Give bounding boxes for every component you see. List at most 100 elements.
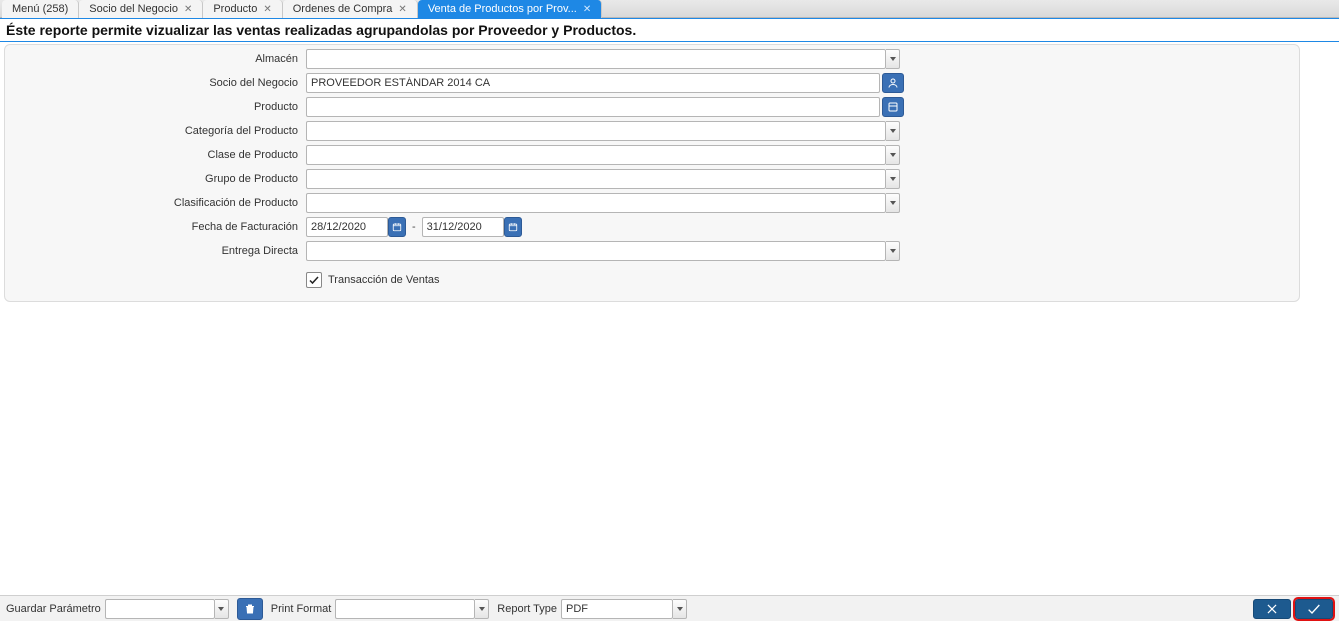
label-categoria: Categoría del Producto	[8, 125, 306, 137]
date-range-separator: -	[412, 221, 416, 233]
trash-icon	[244, 602, 256, 616]
transaccion-ventas-label: Transacción de Ventas	[328, 274, 440, 286]
combo-report-type[interactable]	[561, 599, 687, 619]
categoria-dropdown-button[interactable]	[886, 121, 900, 141]
label-clase: Clase de Producto	[8, 149, 306, 161]
label-fecha: Fecha de Facturación	[8, 221, 306, 233]
tab-menu[interactable]: Menú (258)	[2, 0, 79, 18]
combo-almacen[interactable]	[306, 49, 900, 69]
chevron-down-icon	[890, 201, 896, 205]
clase-input[interactable]	[306, 145, 886, 165]
categoria-input[interactable]	[306, 121, 886, 141]
label-producto: Producto	[8, 101, 306, 113]
row-clase: Clase de Producto	[8, 143, 1296, 167]
row-fecha-facturacion: Fecha de Facturación -	[8, 215, 1296, 239]
chevron-down-icon	[890, 153, 896, 157]
chevron-down-icon	[890, 129, 896, 133]
label-print-format: Print Format	[271, 603, 332, 615]
tab-venta-productos-proveedor[interactable]: Venta de Productos por Prov... ✕	[418, 0, 602, 18]
tab-label: Ordenes de Compra	[293, 3, 393, 15]
report-type-dropdown-button[interactable]	[673, 599, 687, 619]
grupo-dropdown-button[interactable]	[886, 169, 900, 189]
combo-clasificacion[interactable]	[306, 193, 900, 213]
chevron-down-icon	[890, 57, 896, 61]
cancel-button[interactable]	[1253, 599, 1291, 619]
clasificacion-input[interactable]	[306, 193, 886, 213]
combo-categoria[interactable]	[306, 121, 900, 141]
row-almacen: Almacén	[8, 47, 1296, 71]
tab-label: Venta de Productos por Prov...	[428, 3, 577, 15]
footer-bar: Guardar Parámetro Print Format Report Ty…	[0, 595, 1339, 621]
close-icon[interactable]: ✕	[184, 4, 192, 15]
chevron-down-icon	[677, 607, 683, 611]
close-icon[interactable]: ✕	[398, 4, 406, 15]
fecha-from-input[interactable]	[306, 217, 388, 237]
row-grupo: Grupo de Producto	[8, 167, 1296, 191]
row-entrega-directa: Entrega Directa	[8, 239, 1296, 263]
chevron-down-icon	[890, 177, 896, 181]
almacen-dropdown-button[interactable]	[886, 49, 900, 69]
chevron-down-icon	[218, 607, 224, 611]
close-icon[interactable]: ✕	[263, 4, 271, 15]
socio-input[interactable]	[306, 73, 880, 93]
socio-lookup-button[interactable]	[882, 73, 904, 93]
tab-label: Socio del Negocio	[89, 3, 178, 15]
print-format-dropdown-button[interactable]	[475, 599, 489, 619]
report-description: Éste reporte permite vizualizar las vent…	[6, 22, 1333, 38]
tab-producto[interactable]: Producto ✕	[203, 0, 282, 18]
chevron-down-icon	[890, 249, 896, 253]
guardar-parametro-input[interactable]	[105, 599, 215, 619]
combo-socio[interactable]	[306, 73, 904, 93]
tab-ordenes-de-compra[interactable]: Ordenes de Compra ✕	[283, 0, 418, 18]
clasificacion-dropdown-button[interactable]	[886, 193, 900, 213]
row-categoria: Categoría del Producto	[8, 119, 1296, 143]
calendar-icon	[392, 222, 402, 232]
combo-entrega[interactable]	[306, 241, 900, 261]
combo-clase[interactable]	[306, 145, 900, 165]
app-root: Menú (258) Socio del Negocio ✕ Producto …	[0, 0, 1339, 621]
entrega-input[interactable]	[306, 241, 886, 261]
clase-dropdown-button[interactable]	[886, 145, 900, 165]
tab-label: Menú (258)	[12, 3, 68, 15]
row-producto: Producto	[8, 95, 1296, 119]
report-type-input[interactable]	[561, 599, 673, 619]
tab-bar: Menú (258) Socio del Negocio ✕ Producto …	[0, 0, 1339, 18]
close-icon	[1265, 602, 1279, 616]
form-area: Almacén Socio del Negocio Producto	[0, 42, 1339, 595]
fecha-to-calendar-button[interactable]	[504, 217, 522, 237]
form-panel: Almacén Socio del Negocio Producto	[4, 44, 1300, 302]
producto-input[interactable]	[306, 97, 880, 117]
ok-button[interactable]	[1295, 599, 1333, 619]
print-format-input[interactable]	[335, 599, 475, 619]
fecha-from-calendar-button[interactable]	[388, 217, 406, 237]
checkmark-icon	[1306, 601, 1322, 617]
almacen-input[interactable]	[306, 49, 886, 69]
label-socio: Socio del Negocio	[8, 77, 306, 89]
chevron-down-icon	[479, 607, 485, 611]
checkmark-icon	[308, 274, 320, 286]
guardar-parametro-dropdown-button[interactable]	[215, 599, 229, 619]
tab-label: Producto	[213, 3, 257, 15]
tab-socio-del-negocio[interactable]: Socio del Negocio ✕	[79, 0, 203, 18]
combo-guardar-parametro[interactable]	[105, 599, 229, 619]
report-description-band: Éste reporte permite vizualizar las vent…	[0, 18, 1339, 42]
close-icon[interactable]: ✕	[583, 4, 591, 15]
delete-parametro-button[interactable]	[237, 598, 263, 620]
fecha-to-input[interactable]	[422, 217, 504, 237]
row-clasificacion: Clasificación de Producto	[8, 191, 1296, 215]
entrega-dropdown-button[interactable]	[886, 241, 900, 261]
label-guardar-parametro: Guardar Parámetro	[6, 603, 101, 615]
product-lookup-icon	[887, 101, 899, 113]
combo-grupo[interactable]	[306, 169, 900, 189]
grupo-input[interactable]	[306, 169, 886, 189]
label-entrega: Entrega Directa	[8, 245, 306, 257]
label-grupo: Grupo de Producto	[8, 173, 306, 185]
label-almacen: Almacén	[8, 53, 306, 65]
row-transaccion-ventas: Transacción de Ventas	[8, 267, 1296, 293]
label-clasificacion: Clasificación de Producto	[8, 197, 306, 209]
combo-producto[interactable]	[306, 97, 904, 117]
label-report-type: Report Type	[497, 603, 557, 615]
combo-print-format[interactable]	[335, 599, 489, 619]
transaccion-ventas-checkbox[interactable]	[306, 272, 322, 288]
producto-lookup-button[interactable]	[882, 97, 904, 117]
